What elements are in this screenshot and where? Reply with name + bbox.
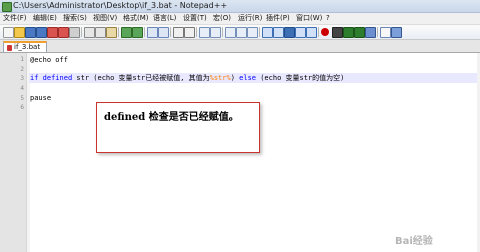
line-number: 2 bbox=[20, 66, 24, 73]
tab-bar: if_3.bat bbox=[0, 40, 480, 53]
tab-label: if_3.bat bbox=[14, 43, 41, 51]
play-macro-icon[interactable] bbox=[343, 27, 354, 38]
code-text: str bbox=[76, 74, 90, 82]
toolbar-separator bbox=[318, 27, 319, 37]
notepadpp-icon bbox=[2, 2, 12, 12]
code-text: (echo 变量str已经被赋值, 其值为 bbox=[93, 74, 210, 82]
toolbar-separator bbox=[259, 27, 260, 37]
title-bar: C:\Users\Administrator\Desktop\if_3.bat … bbox=[0, 0, 480, 13]
toolbar-separator bbox=[81, 27, 82, 37]
sync-vertical-icon[interactable] bbox=[199, 27, 210, 38]
copy-icon[interactable] bbox=[95, 27, 106, 38]
toolbar-separator bbox=[377, 27, 378, 37]
menu-file[interactable]: 文件(F) bbox=[3, 13, 27, 24]
toolbar-separator bbox=[196, 27, 197, 37]
stop-macro-icon[interactable] bbox=[332, 27, 343, 38]
annotation-box: defined 检查是否已经赋值。 bbox=[96, 102, 260, 153]
toolbar-separator bbox=[170, 27, 171, 37]
find-icon[interactable] bbox=[147, 27, 158, 38]
menu-window[interactable]: 窗口(W) bbox=[296, 13, 322, 24]
code-text: @echo off bbox=[30, 56, 68, 64]
folder-workspace-icon[interactable] bbox=[295, 27, 306, 38]
toolbar-separator bbox=[118, 27, 119, 37]
annotation-text: defined 检查是否已经赋值。 bbox=[104, 112, 239, 123]
line-number: 5 bbox=[20, 95, 24, 102]
save-all-icon[interactable] bbox=[36, 27, 47, 38]
new-file-icon[interactable] bbox=[3, 27, 14, 38]
menu-view[interactable]: 视图(V) bbox=[93, 13, 117, 24]
window-title: C:\Users\Administrator\Desktop\if_3.bat … bbox=[13, 1, 228, 10]
keyword-else: else bbox=[239, 74, 256, 82]
save-macro-icon[interactable] bbox=[365, 27, 376, 38]
file-saved-icon bbox=[7, 45, 12, 51]
paste-icon[interactable] bbox=[106, 27, 117, 38]
tab-if-3-bat[interactable]: if_3.bat bbox=[3, 41, 47, 52]
line-number: 4 bbox=[20, 85, 24, 92]
open-file-icon[interactable] bbox=[14, 27, 25, 38]
zoom-out-icon[interactable] bbox=[184, 27, 195, 38]
watermark-logo: Bai经验 bbox=[395, 236, 433, 247]
menu-edit[interactable]: 编辑(E) bbox=[33, 13, 57, 24]
spellcheck-icon[interactable] bbox=[380, 27, 391, 38]
code-text: pause bbox=[30, 94, 52, 102]
record-macro-icon[interactable] bbox=[321, 28, 329, 36]
redo-icon[interactable] bbox=[132, 27, 143, 38]
print-icon[interactable] bbox=[69, 27, 80, 38]
toolbar bbox=[0, 25, 480, 40]
keyword-if: if bbox=[30, 74, 39, 82]
menu-help[interactable]: ? bbox=[326, 13, 330, 24]
menu-run[interactable]: 运行(R) bbox=[238, 13, 262, 24]
plugin-icon[interactable] bbox=[391, 27, 402, 38]
close-icon[interactable] bbox=[47, 27, 58, 38]
zoom-in-icon[interactable] bbox=[173, 27, 184, 38]
line-number-gutter: 1 2 3 4 5 6 bbox=[0, 53, 26, 252]
doc-map-icon[interactable] bbox=[273, 27, 284, 38]
code-line-3: if defined str (echo 变量str已经被赋值, 其值为%str… bbox=[30, 74, 344, 83]
menu-plugins[interactable]: 插件(P) bbox=[266, 13, 290, 24]
code-text: ) bbox=[230, 74, 235, 82]
close-all-icon[interactable] bbox=[58, 27, 69, 38]
code-text: (echo 变量str的值为空) bbox=[260, 74, 345, 82]
code-line-1: @echo off bbox=[30, 56, 68, 65]
show-all-chars-icon[interactable] bbox=[236, 27, 247, 38]
sync-horizontal-icon[interactable] bbox=[210, 27, 221, 38]
menu-format[interactable]: 格式(M) bbox=[123, 13, 149, 24]
toolbar-separator bbox=[222, 27, 223, 37]
word-wrap-icon[interactable] bbox=[225, 27, 236, 38]
keyword-defined: defined bbox=[42, 74, 73, 82]
undo-icon[interactable] bbox=[121, 27, 132, 38]
code-line-5: pause bbox=[30, 94, 51, 103]
menu-settings[interactable]: 设置(T) bbox=[183, 13, 207, 24]
play-multiple-icon[interactable] bbox=[354, 27, 365, 38]
menu-language[interactable]: 语言(L) bbox=[153, 13, 176, 24]
cut-icon[interactable] bbox=[84, 27, 95, 38]
monitoring-icon[interactable] bbox=[306, 27, 317, 38]
language-icon[interactable] bbox=[262, 27, 273, 38]
function-list-icon[interactable] bbox=[284, 27, 295, 38]
indent-guide-icon[interactable] bbox=[247, 27, 258, 38]
menu-macro[interactable]: 宏(O) bbox=[213, 13, 231, 24]
line-number: 3 bbox=[20, 75, 24, 82]
replace-icon[interactable] bbox=[158, 27, 169, 38]
menu-search[interactable]: 搜索(S) bbox=[63, 13, 87, 24]
line-number: 1 bbox=[20, 56, 24, 63]
toolbar-separator bbox=[144, 27, 145, 37]
menu-bar: 文件(F) 编辑(E) 搜索(S) 视图(V) 格式(M) 语言(L) 设置(T… bbox=[0, 13, 480, 25]
variable-token: %str% bbox=[209, 74, 231, 82]
line-number: 6 bbox=[20, 104, 24, 111]
save-icon[interactable] bbox=[25, 27, 36, 38]
